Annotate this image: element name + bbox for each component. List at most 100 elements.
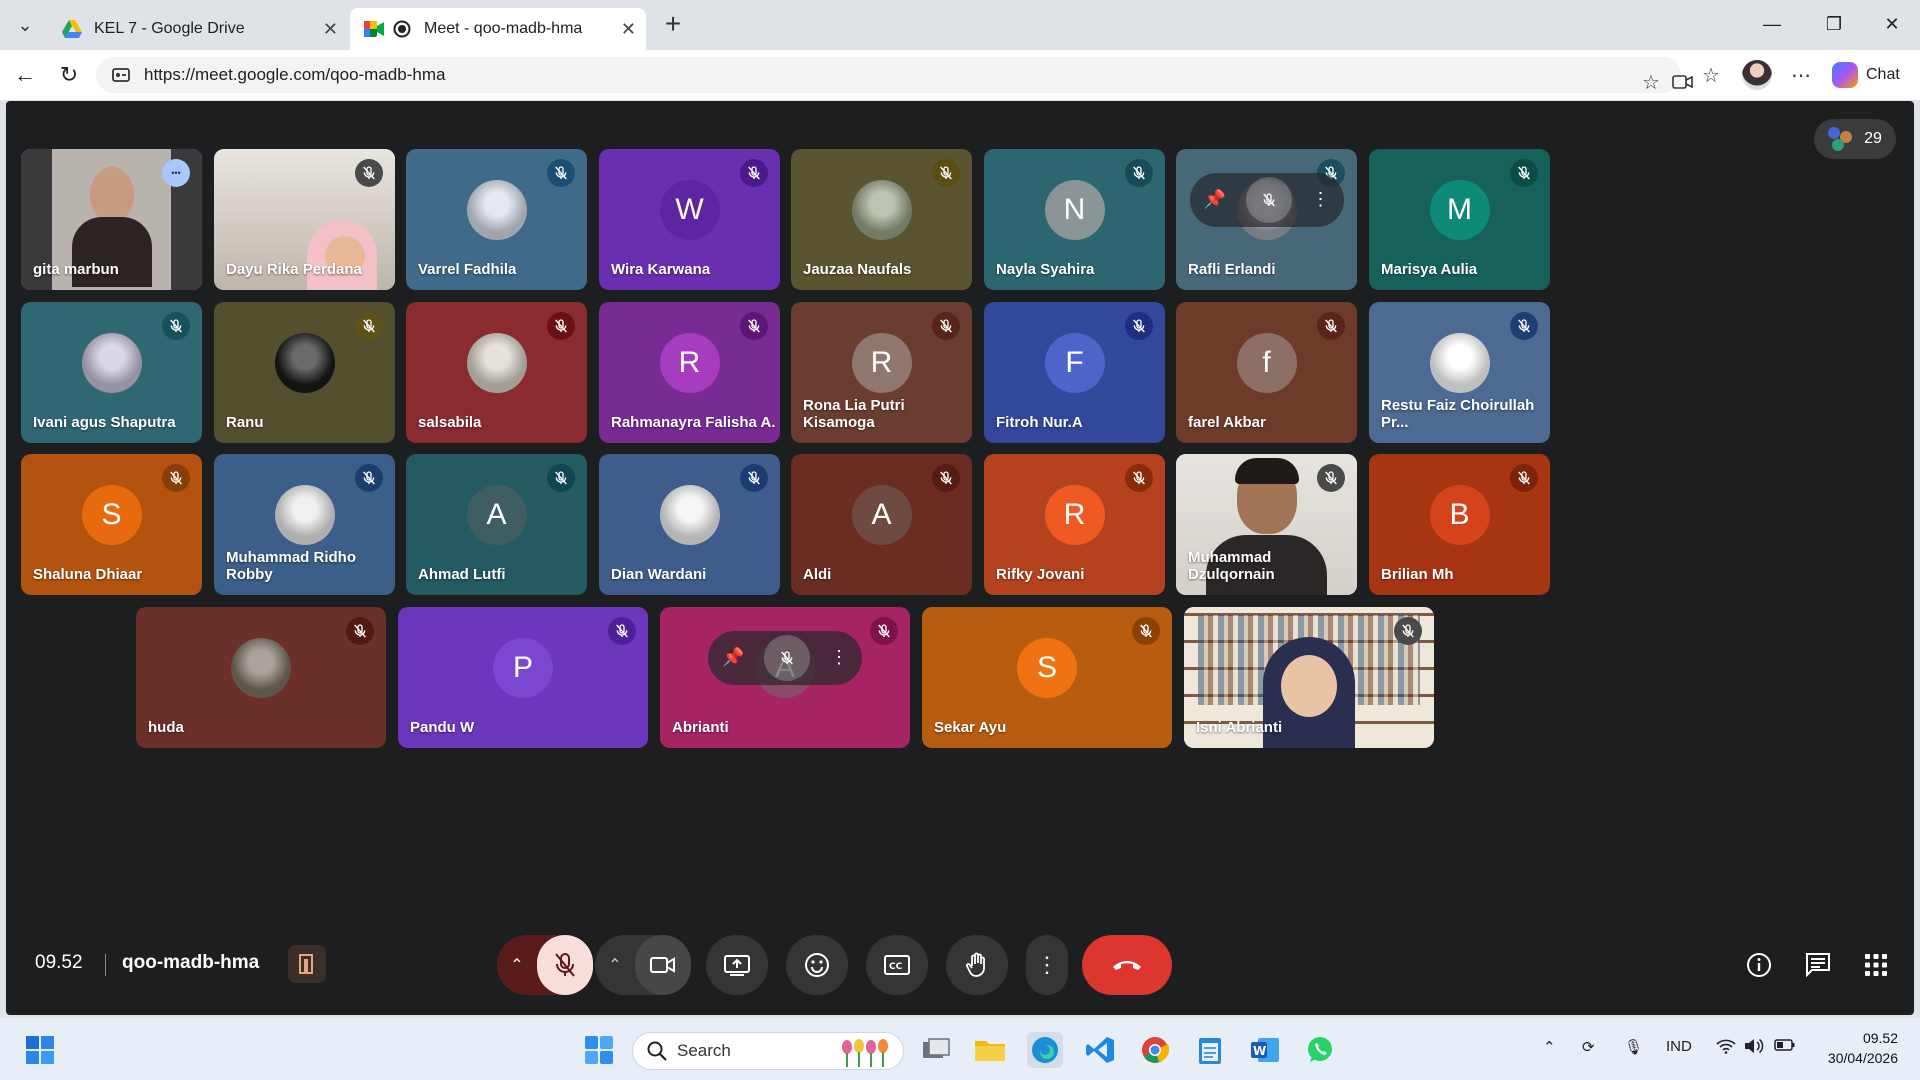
back-button[interactable]: ←	[10, 60, 40, 90]
reactions-button[interactable]	[786, 935, 848, 995]
participant-tile[interactable]: F Fitroh Nur.A	[984, 302, 1165, 443]
reload-button[interactable]: ↻	[54, 60, 84, 90]
battery-icon[interactable]	[1774, 1038, 1796, 1056]
pin-icon[interactable]: 📌	[1204, 189, 1226, 210]
participant-tile[interactable]: A📌⋮Abrianti	[660, 607, 910, 748]
participants-button[interactable]: 29	[1814, 119, 1896, 159]
maximize-button[interactable]: ❐	[1814, 8, 1854, 40]
more-vert-icon[interactable]: ⋮	[1311, 189, 1329, 210]
activities-button[interactable]	[1858, 947, 1894, 983]
video-options-button[interactable]: ⌃	[595, 935, 635, 995]
participant-tile[interactable]: W Wira Karwana	[599, 149, 780, 290]
participant-tile[interactable]: M Marisya Aulia	[1369, 149, 1550, 290]
more-options-icon[interactable]: ⋯	[1786, 58, 1816, 92]
profile-avatar[interactable]	[1742, 60, 1772, 90]
video-cast-icon[interactable]	[1668, 65, 1698, 99]
address-bar[interactable]: https://meet.google.com/qoo-madb-hma ☆	[96, 57, 1693, 94]
participant-tile[interactable]: A Aldi	[791, 454, 972, 595]
raise-hand-button[interactable]	[946, 935, 1008, 995]
participant-tile[interactable]: Dayu Rika Perdana	[214, 149, 395, 290]
chevron-down-icon: ⌄	[17, 14, 33, 35]
more-vert-icon: ⋮	[1036, 952, 1058, 977]
participant-tile[interactable]: ••• gita marbun	[21, 149, 202, 290]
participant-tile[interactable]: A Ahmad Lutfi	[406, 454, 587, 595]
tab-search-button[interactable]: ⌄	[8, 8, 42, 42]
participant-tile[interactable]: B Brilian Mh	[1369, 454, 1550, 595]
close-icon[interactable]: ✕	[621, 19, 636, 40]
participant-tile[interactable]: Jauzaa Naufals	[791, 149, 972, 290]
language-indicator[interactable]: IND	[1666, 1038, 1692, 1055]
word-icon[interactable]: W	[1247, 1032, 1283, 1068]
participant-tile[interactable]: Restu Faiz Choirullah Pr...	[1369, 302, 1550, 443]
meeting-details-button[interactable]	[1741, 947, 1777, 983]
windows-logo-icon[interactable]	[26, 1036, 54, 1064]
pin-icon[interactable]: 📌	[722, 647, 744, 668]
present-screen-button[interactable]	[706, 935, 768, 995]
close-icon[interactable]: ✕	[323, 19, 338, 40]
mic-toggle-button[interactable]	[537, 935, 593, 995]
system-clock[interactable]: 09.52 30/04/2026	[1820, 1028, 1898, 1068]
minimize-icon: —	[1763, 14, 1781, 34]
copilot-chat-button[interactable]: Chat	[1832, 58, 1900, 92]
participant-tile[interactable]: Varrel Fadhila	[406, 149, 587, 290]
participant-tile[interactable]: R Rona Lia Putri Kisamoga	[791, 302, 972, 443]
mute-participant-icon[interactable]	[1245, 176, 1292, 223]
more-vert-icon[interactable]: ⋮	[830, 647, 848, 668]
participant-tile[interactable]: Ranu	[214, 302, 395, 443]
widgets-icon[interactable]	[582, 1033, 616, 1067]
participant-name: Rifky Jovani	[996, 566, 1085, 583]
volume-icon[interactable]	[1744, 1038, 1764, 1058]
participant-tile[interactable]: R Rahmanayra Falisha A.	[599, 302, 780, 443]
participant-tile[interactable]: Muhammad Dzulqornain	[1176, 454, 1357, 595]
vscode-icon[interactable]	[1082, 1032, 1118, 1068]
wifi-icon[interactable]	[1716, 1038, 1736, 1058]
captions-button[interactable]: CC	[866, 935, 928, 995]
star-icon[interactable]: ☆	[1636, 65, 1666, 99]
site-info-icon[interactable]	[110, 64, 132, 86]
favorites-icon[interactable]: ☆	[1696, 58, 1726, 92]
participant-initial-avatar: P	[493, 637, 553, 698]
file-explorer-icon[interactable]	[972, 1032, 1008, 1068]
participant-tile[interactable]: Dian Wardani	[599, 454, 780, 595]
participant-tile[interactable]: huda	[136, 607, 386, 748]
participant-tile[interactable]: S Sekar Ayu	[922, 607, 1172, 748]
participant-tile[interactable]: Muhammad Ridho Robby	[214, 454, 395, 595]
more-horiz-icon[interactable]: •••	[162, 159, 190, 187]
taskbar-search[interactable]: Search	[632, 1032, 904, 1070]
participant-tile[interactable]: Isni Abrianti	[1184, 607, 1434, 748]
url-text: https://meet.google.com/qoo-madb-hma	[144, 65, 446, 84]
camera-toggle-button[interactable]	[635, 935, 691, 995]
chat-button[interactable]	[1800, 947, 1836, 983]
participant-tile[interactable]: salsabila	[406, 302, 587, 443]
participant-tile[interactable]: f farel Akbar	[1176, 302, 1357, 443]
copilot-icon	[1832, 62, 1858, 88]
participant-initial-avatar: M	[1429, 179, 1490, 240]
participant-tile[interactable]: R Rifky Jovani	[984, 454, 1165, 595]
more-options-button[interactable]: ⋮	[1026, 935, 1068, 995]
leave-call-button[interactable]	[1082, 935, 1172, 995]
show-hidden-icons-chevron-icon[interactable]: ⌃	[1543, 1038, 1556, 1056]
notepad-icon[interactable]	[1192, 1032, 1228, 1068]
participant-tile[interactable]: P Pandu W	[398, 607, 648, 748]
audio-options-button[interactable]: ⌃	[497, 935, 537, 995]
participant-name: Ahmad Lutfi	[418, 566, 506, 583]
minimize-button[interactable]: —	[1752, 8, 1792, 40]
microphone-icon[interactable]: 🎙	[1624, 1038, 1643, 1056]
participant-tile[interactable]: Ivani agus Shaputra	[21, 302, 202, 443]
new-tab-button[interactable]: +	[658, 10, 688, 40]
participant-tile[interactable]: S Shaluna Dhiaar	[21, 454, 202, 595]
task-view-icon[interactable]	[918, 1032, 954, 1068]
host-controls-button[interactable]	[288, 945, 326, 983]
chrome-icon[interactable]	[1137, 1032, 1173, 1068]
info-icon	[1747, 953, 1771, 977]
mute-participant-icon[interactable]	[764, 634, 811, 681]
tab-google-meet[interactable]: Meet - qoo-madb-hma ✕	[350, 8, 646, 50]
close-window-button[interactable]: ✕	[1872, 8, 1912, 40]
participant-tile[interactable]: 📌 ⋮ Rafli Erlandi	[1176, 149, 1357, 290]
whatsapp-icon[interactable]	[1302, 1032, 1338, 1068]
tab-google-drive[interactable]: KEL 7 - Google Drive ✕	[48, 8, 348, 50]
participant-tile[interactable]: N Nayla Syahira	[984, 149, 1165, 290]
sync-icon[interactable]: ⟳	[1582, 1038, 1595, 1056]
participant-name: Dayu Rika Perdana	[226, 261, 362, 278]
edge-icon[interactable]	[1027, 1032, 1063, 1068]
